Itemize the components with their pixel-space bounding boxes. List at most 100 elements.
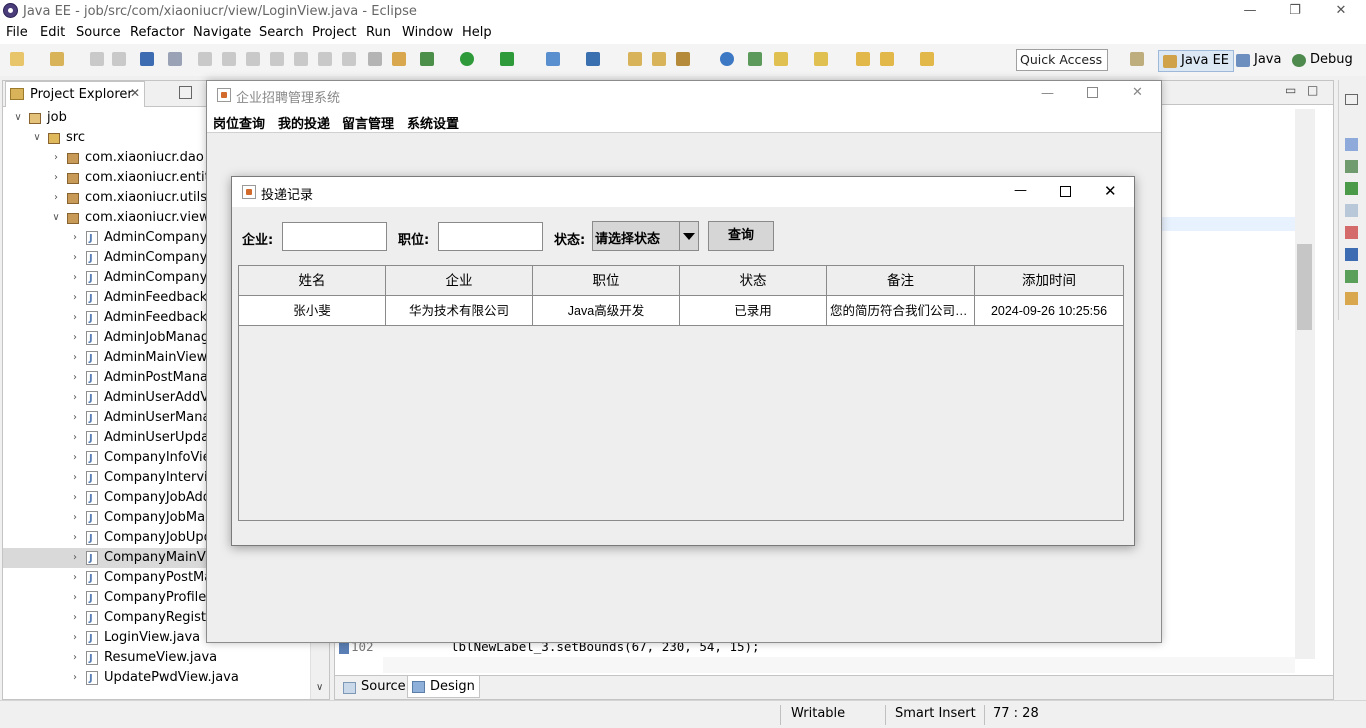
new-wizard-icon[interactable] bbox=[50, 52, 64, 66]
collapsed-chevron-icon[interactable]: › bbox=[70, 468, 80, 488]
main-minimize-icon[interactable]: — bbox=[1041, 86, 1054, 101]
collapse-all-icon[interactable] bbox=[179, 86, 192, 99]
restore-icon[interactable]: ❐ bbox=[1285, 3, 1305, 19]
explorer-tab[interactable]: Project Explorer ✕ bbox=[5, 81, 145, 107]
menu-refactor[interactable]: Refactor bbox=[130, 25, 185, 40]
collapsed-chevron-icon[interactable]: › bbox=[70, 388, 80, 408]
col-header-added-time[interactable]: 添加时间 bbox=[975, 266, 1123, 296]
collapsed-chevron-icon[interactable]: › bbox=[70, 288, 80, 308]
menu-navigate[interactable]: Navigate bbox=[193, 25, 251, 40]
collapsed-chevron-icon[interactable]: › bbox=[70, 348, 80, 368]
close-tab-icon[interactable]: ✕ bbox=[130, 86, 140, 100]
console-view-icon[interactable] bbox=[1345, 248, 1358, 261]
collapsed-chevron-icon[interactable]: › bbox=[51, 168, 61, 188]
collapsed-chevron-icon[interactable]: › bbox=[70, 268, 80, 288]
menu-help[interactable]: Help bbox=[462, 25, 492, 40]
minimize-icon[interactable]: — bbox=[1240, 3, 1260, 19]
restore-view-icon[interactable] bbox=[1345, 94, 1358, 105]
servers-icon[interactable] bbox=[1345, 226, 1358, 239]
snippets-icon[interactable] bbox=[1345, 292, 1358, 305]
run-icon[interactable] bbox=[460, 52, 474, 66]
collapsed-chevron-icon[interactable]: › bbox=[70, 508, 80, 528]
col-header-remark[interactable]: 备注 bbox=[827, 266, 975, 296]
open-folder-icon[interactable] bbox=[652, 52, 666, 66]
next-annotation-icon[interactable] bbox=[774, 52, 788, 66]
menu-run[interactable]: Run bbox=[366, 25, 391, 40]
prev-annotation-icon[interactable] bbox=[814, 52, 828, 66]
table-cell-company[interactable]: 华为技术有限公司 bbox=[386, 296, 533, 326]
menu-source[interactable]: Source bbox=[76, 25, 121, 40]
resume-icon[interactable] bbox=[198, 52, 212, 66]
main-maximize-icon[interactable] bbox=[1087, 87, 1098, 98]
scroll-down-icon[interactable]: ∨ bbox=[316, 682, 323, 693]
menu-edit[interactable]: Edit bbox=[40, 25, 65, 40]
debug-icon[interactable] bbox=[420, 52, 434, 66]
collapsed-chevron-icon[interactable]: › bbox=[70, 308, 80, 328]
expanded-chevron-icon[interactable]: ∨ bbox=[32, 128, 42, 148]
collapsed-chevron-icon[interactable]: › bbox=[51, 188, 61, 208]
table-cell-status[interactable]: 已录用 bbox=[680, 296, 827, 326]
step-return-icon[interactable] bbox=[342, 52, 356, 66]
step-over-icon[interactable] bbox=[318, 52, 332, 66]
perspective-java[interactable]: Java bbox=[1232, 50, 1285, 72]
perspective-debug[interactable]: Debug bbox=[1288, 50, 1357, 72]
col-header-status[interactable]: 状态 bbox=[680, 266, 827, 296]
console-icon[interactable] bbox=[140, 52, 154, 66]
collapsed-chevron-icon[interactable]: › bbox=[70, 428, 80, 448]
suspend-icon[interactable] bbox=[222, 52, 236, 66]
expanded-chevron-icon[interactable]: ∨ bbox=[13, 108, 23, 128]
menu-project[interactable]: Project bbox=[312, 25, 356, 40]
query-button[interactable]: 查询 bbox=[708, 221, 774, 251]
annotation-icon[interactable] bbox=[748, 52, 762, 66]
save-icon[interactable] bbox=[90, 52, 104, 66]
collapsed-chevron-icon[interactable]: › bbox=[70, 648, 80, 668]
new-java-project-icon[interactable] bbox=[546, 52, 560, 66]
editor-vscrollbar[interactable] bbox=[1295, 109, 1315, 659]
menu-system-settings[interactable]: 系统设置 bbox=[407, 113, 459, 132]
collapsed-chevron-icon[interactable]: › bbox=[70, 588, 80, 608]
search-tool-icon[interactable] bbox=[676, 52, 690, 66]
table-cell-name[interactable]: 张小斐 bbox=[239, 296, 386, 326]
col-header-company[interactable]: 企业 bbox=[386, 266, 533, 296]
minimize-view-icon[interactable]: ▭ bbox=[1285, 83, 1296, 97]
position-input[interactable] bbox=[438, 222, 543, 251]
menu-search[interactable]: Search bbox=[259, 25, 304, 40]
quick-access-input[interactable]: Quick Access bbox=[1016, 49, 1108, 71]
tree-item[interactable]: › ResumeView.java bbox=[3, 648, 308, 669]
web-browser-icon[interactable] bbox=[720, 52, 734, 66]
menu-window[interactable]: Window bbox=[402, 25, 453, 40]
open-perspective-icon[interactable] bbox=[1130, 52, 1144, 66]
close-icon[interactable]: ✕ bbox=[1331, 3, 1351, 19]
col-header-position[interactable]: 职位 bbox=[533, 266, 680, 296]
hierarchy-icon[interactable] bbox=[1345, 160, 1358, 173]
collapsed-chevron-icon[interactable]: › bbox=[70, 668, 80, 688]
collapsed-chevron-icon[interactable]: › bbox=[51, 148, 61, 168]
perspective-java-ee[interactable]: Java EE bbox=[1158, 50, 1235, 72]
collapsed-chevron-icon[interactable]: › bbox=[70, 548, 80, 568]
collapsed-chevron-icon[interactable]: › bbox=[70, 448, 80, 468]
table-cell-position[interactable]: Java高级开发 bbox=[533, 296, 680, 326]
terminate-icon[interactable] bbox=[246, 52, 260, 66]
menu-job-search[interactable]: 岗位查询 bbox=[213, 113, 265, 132]
col-header-name[interactable]: 姓名 bbox=[239, 266, 386, 296]
new-class-icon[interactable] bbox=[586, 52, 600, 66]
editor-scroll-thumb[interactable] bbox=[1297, 244, 1312, 330]
status-select[interactable]: 请选择状态 bbox=[592, 221, 699, 251]
editor-hscrollbar[interactable] bbox=[383, 657, 1295, 673]
collapsed-chevron-icon[interactable]: › bbox=[70, 608, 80, 628]
dialog-minimize-icon[interactable]: — bbox=[1014, 183, 1027, 198]
design-tab[interactable]: Design bbox=[407, 676, 480, 698]
company-input[interactable] bbox=[282, 222, 387, 251]
source-tab[interactable]: Source bbox=[339, 678, 410, 698]
datasource-icon[interactable] bbox=[1345, 270, 1358, 283]
open-task-icon[interactable] bbox=[368, 52, 382, 66]
markers-icon[interactable] bbox=[1345, 182, 1358, 195]
run-server-icon[interactable] bbox=[500, 52, 514, 66]
deploy-icon[interactable] bbox=[392, 52, 406, 66]
new-icon[interactable] bbox=[10, 52, 24, 66]
dialog-close-icon[interactable]: ✕ bbox=[1104, 182, 1117, 200]
collapsed-chevron-icon[interactable]: › bbox=[70, 628, 80, 648]
disconnect-icon[interactable] bbox=[270, 52, 284, 66]
status-dropdown-button[interactable] bbox=[679, 222, 698, 250]
open-type-icon[interactable] bbox=[628, 52, 642, 66]
